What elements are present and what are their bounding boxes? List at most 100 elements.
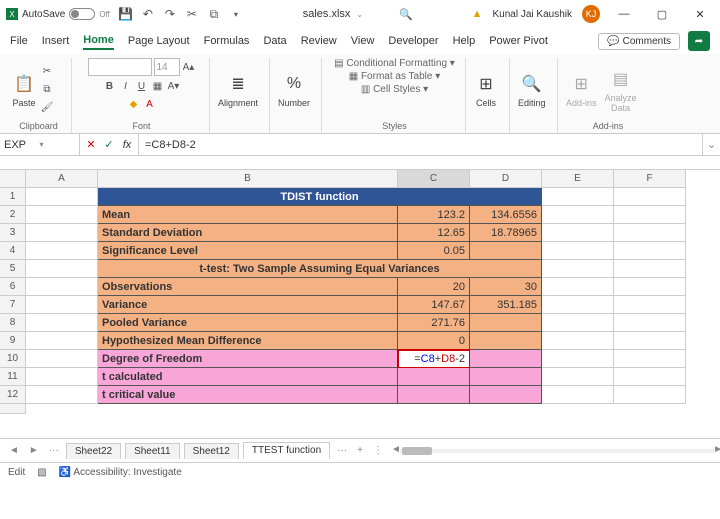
font-family-combo[interactable] — [88, 58, 152, 76]
save-icon[interactable]: 💾 — [118, 6, 134, 22]
tab-file[interactable]: File — [10, 33, 28, 49]
conditional-formatting-button[interactable]: ▤ Conditional Formatting ▾ — [334, 58, 455, 69]
addins-button[interactable]: ⊞Add-ins — [566, 72, 597, 108]
cell[interactable] — [614, 314, 686, 332]
cell[interactable] — [26, 386, 98, 404]
cell[interactable]: Mean — [98, 206, 398, 224]
cell[interactable]: 123.2 — [398, 206, 470, 224]
cell[interactable]: 12.65 — [398, 224, 470, 242]
sheet-tab[interactable]: TTEST function — [243, 442, 330, 459]
filename-dropdown-icon[interactable]: ⌄ — [356, 10, 363, 19]
cancel-formula-icon[interactable]: ✕ — [84, 138, 98, 151]
paste-button[interactable]: 📋 Paste — [12, 72, 36, 108]
underline-button[interactable]: U — [135, 78, 149, 94]
row-header[interactable]: 1 — [0, 188, 26, 206]
col-header[interactable]: C — [398, 170, 470, 188]
select-all-corner[interactable] — [0, 170, 26, 188]
cell[interactable]: Hypothesized Mean Difference — [98, 332, 398, 350]
font-size-combo[interactable] — [154, 58, 180, 76]
horizontal-scrollbar[interactable]: ◄► — [400, 446, 714, 456]
fx-icon[interactable]: fx — [120, 139, 134, 151]
warning-icon[interactable]: ▲ — [472, 8, 483, 20]
cell[interactable]: Significance Level — [98, 242, 398, 260]
row-header[interactable]: 6 — [0, 278, 26, 296]
cell[interactable] — [614, 242, 686, 260]
decrease-font-icon[interactable]: A▾ — [167, 78, 181, 94]
cell[interactable]: Variance — [98, 296, 398, 314]
cell[interactable] — [26, 224, 98, 242]
cell[interactable] — [542, 386, 614, 404]
cell[interactable] — [614, 350, 686, 368]
cell[interactable] — [614, 260, 686, 278]
tab-help[interactable]: Help — [453, 33, 476, 49]
increase-font-icon[interactable]: A▴ — [182, 59, 196, 75]
cell[interactable] — [542, 314, 614, 332]
bold-button[interactable]: B — [103, 78, 117, 94]
tab-data[interactable]: Data — [263, 33, 286, 49]
cell[interactable] — [26, 314, 98, 332]
analyze-data-button[interactable]: ▤Analyze Data — [601, 67, 641, 113]
col-header[interactable]: F — [614, 170, 686, 188]
copy-icon[interactable]: ⧉ — [206, 6, 222, 22]
cell[interactable] — [470, 386, 542, 404]
sheet-more-right-icon[interactable]: ··· — [334, 445, 350, 456]
cell[interactable] — [470, 368, 542, 386]
row-header[interactable]: 3 — [0, 224, 26, 242]
cell[interactable] — [614, 332, 686, 350]
cell[interactable] — [542, 332, 614, 350]
cell[interactable] — [542, 242, 614, 260]
row-header[interactable]: 9 — [0, 332, 26, 350]
row-header[interactable]: 5 — [0, 260, 26, 278]
cell[interactable] — [614, 224, 686, 242]
cell[interactable]: 0 — [398, 332, 470, 350]
expand-formula-bar-icon[interactable]: ⌄ — [702, 134, 720, 155]
cell[interactable] — [26, 332, 98, 350]
cell[interactable] — [398, 386, 470, 404]
user-avatar[interactable]: KJ — [582, 5, 600, 23]
cell[interactable] — [542, 188, 614, 206]
formula-input[interactable]: =C8+D8-2 — [139, 134, 702, 155]
col-header[interactable]: B — [98, 170, 398, 188]
number-button[interactable]: %Number — [278, 72, 310, 108]
autosave-control[interactable]: X AutoSave Off — [6, 8, 110, 20]
maximize-button[interactable]: ▢ — [648, 3, 676, 25]
sheet-nav-next-icon[interactable]: ► — [26, 445, 42, 456]
row-header[interactable]: 12 — [0, 386, 26, 404]
cell-styles-button[interactable]: ▥ Cell Styles ▾ — [361, 84, 428, 95]
cell[interactable]: Pooled Variance — [98, 314, 398, 332]
search-icon[interactable]: 🔍 — [399, 8, 413, 21]
col-header[interactable]: E — [542, 170, 614, 188]
cell[interactable] — [542, 368, 614, 386]
cut-icon[interactable]: ✂ — [40, 64, 54, 80]
sheet-tab[interactable]: Sheet22 — [66, 443, 121, 459]
fill-color-button[interactable]: ◆ — [127, 96, 141, 112]
cell[interactable]: Observations — [98, 278, 398, 296]
cell[interactable] — [470, 314, 542, 332]
cell[interactable]: 20 — [398, 278, 470, 296]
tab-view[interactable]: View — [351, 33, 375, 49]
border-button[interactable]: ▦ — [151, 78, 165, 94]
accessibility-button[interactable]: ♿ Accessibility: Investigate — [59, 467, 182, 478]
cell[interactable]: t-test: Two Sample Assuming Equal Varian… — [98, 260, 542, 278]
row-header[interactable]: 11 — [0, 368, 26, 386]
cell[interactable]: Degree of Freedom — [98, 350, 398, 368]
cell[interactable] — [542, 206, 614, 224]
cell[interactable] — [614, 206, 686, 224]
cell[interactable]: 18.78965 — [470, 224, 542, 242]
row-header[interactable]: 2 — [0, 206, 26, 224]
cell[interactable]: t calculated — [98, 368, 398, 386]
autosave-toggle[interactable] — [69, 8, 95, 20]
cell[interactable]: 30 — [470, 278, 542, 296]
editing-button[interactable]: 🔍Editing — [518, 72, 546, 108]
cell[interactable] — [542, 260, 614, 278]
cell[interactable] — [26, 278, 98, 296]
tab-insert[interactable]: Insert — [42, 33, 70, 49]
cell[interactable] — [26, 206, 98, 224]
cell[interactable] — [26, 296, 98, 314]
cell[interactable]: =C8+D8-2 — [398, 350, 470, 368]
row-header[interactable]: 4 — [0, 242, 26, 260]
minimize-button[interactable]: — — [610, 3, 638, 25]
sheet-more-icon[interactable]: ··· — [46, 445, 62, 456]
name-box[interactable]: EXP▾ — [0, 134, 80, 155]
cell[interactable]: 271.76 — [398, 314, 470, 332]
